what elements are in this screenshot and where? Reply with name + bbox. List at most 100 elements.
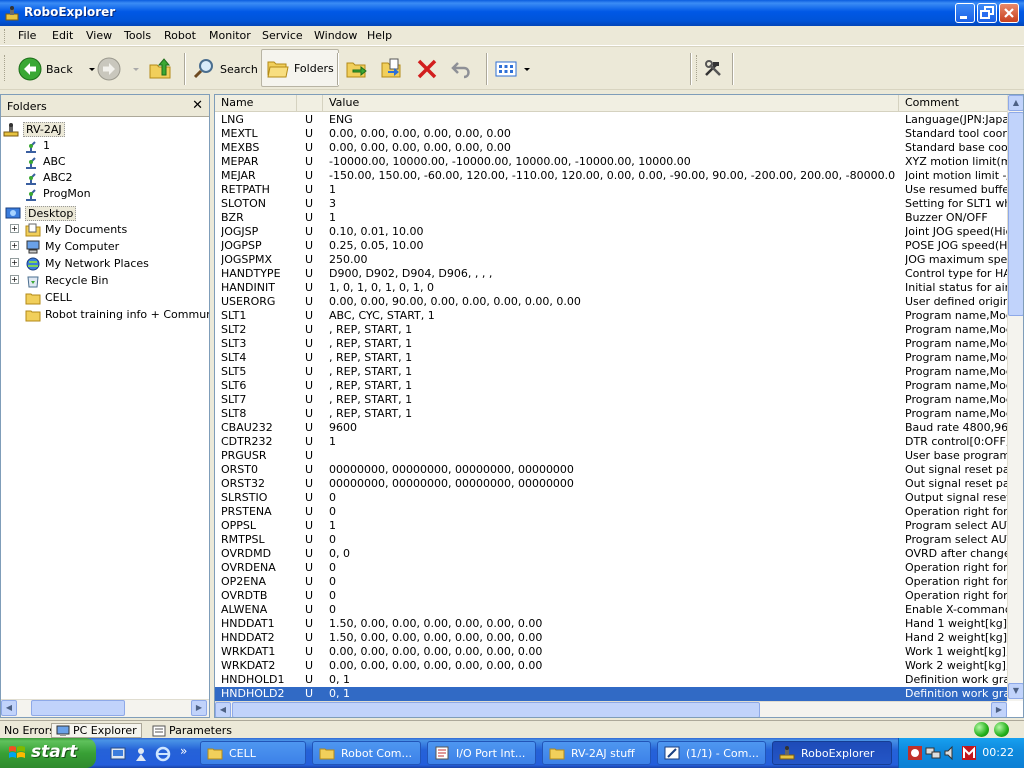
tools-button[interactable] [702,51,724,87]
table-row[interactable]: SLT3 U , REP, START, 1 Program name,Mode, [215,337,1007,351]
forward-dropdown-icon[interactable] [131,64,141,74]
table-row[interactable]: OP2ENA U 0 Operation right for ext [215,575,1007,589]
back-button[interactable]: Back [18,51,97,87]
move-to-button[interactable] [345,51,369,87]
table-row[interactable]: SLT1 U ABC, CYC, START, 1 Program name,Mode… [215,309,1007,323]
table-row-selected[interactable]: HNDHOLD2 U 0, 1 Definition work grasp [215,687,1007,701]
tray-volume-icon[interactable] [943,745,959,761]
start-button[interactable]: start [0,738,96,768]
tree-item-recycle-bin[interactable]: Recycle Bin [25,272,108,289]
scroll-thumb[interactable] [232,702,760,717]
table-row[interactable]: SLT8 U , REP, START, 1 Program name,Mode, [215,407,1007,421]
expand-plus-icon[interactable]: + [10,258,19,267]
table-row[interactable]: MEXTL U 0.00, 0.00, 0.00, 0.00, 0.00, 0.00… [215,127,1007,141]
tree-item-program[interactable]: ABC [23,153,66,170]
table-row[interactable]: RMTPSL U 0 Program select AUTO [215,533,1007,547]
tree-item-folder[interactable]: CELL [25,289,72,306]
copy-to-button[interactable] [380,51,404,87]
table-row[interactable]: OVRDMD U 0, 0 OVRD after change M [215,547,1007,561]
tree-item-program[interactable]: ABC2 [23,169,73,186]
views-button[interactable] [494,51,532,87]
scroll-left-icon[interactable]: ◀ [1,700,17,716]
tree-item-my-computer[interactable]: My Computer [25,238,119,255]
table-row[interactable]: HNDHOLD1 U 0, 1 Definition work grasp [215,673,1007,687]
up-folder-button[interactable] [148,51,172,87]
quick-launch-app-icon[interactable] [133,746,149,762]
tree-item-my-documents[interactable]: My Documents [25,221,127,238]
table-row[interactable]: OVRDENA U 0 Operation right for OVRD [215,561,1007,575]
tree-item-desktop[interactable]: Desktop [5,205,77,222]
table-row[interactable]: WRKDAT2 U 0.00, 0.00, 0.00, 0.00, 0.00, 0.… [215,659,1007,673]
column-header-type[interactable] [297,95,323,112]
task-button[interactable]: (1/1) - Com... [657,741,766,765]
menu-help[interactable]: Help [367,29,392,42]
undo-button[interactable] [450,51,474,87]
task-button[interactable]: Robot Com... [312,741,421,765]
tray-mcafee-icon[interactable] [961,745,977,761]
tab-parameters[interactable]: Parameters [148,723,236,738]
tree-item-program[interactable]: ProgMon [23,185,91,202]
scroll-right-icon[interactable]: ▶ [191,700,207,716]
table-row[interactable]: HANDINIT U 1, 0, 1, 0, 1, 0, 1, 0 Initial s… [215,281,1007,295]
column-header-comment[interactable]: Comment [899,95,1007,112]
table-row[interactable]: WRKDAT1 U 0.00, 0.00, 0.00, 0.00, 0.00, 0.… [215,645,1007,659]
expand-plus-icon[interactable]: + [10,275,19,284]
internet-explorer-icon[interactable] [155,746,171,762]
table-row[interactable]: HNDDAT1 U 1.50, 0.00, 0.00, 0.00, 0.00, 0.… [215,617,1007,631]
table-row[interactable]: USERORG U 0.00, 0.00, 90.00, 0.00, 0.00, 0… [215,295,1007,309]
menu-monitor[interactable]: Monitor [209,29,251,42]
column-header-name[interactable]: Name [215,95,297,112]
table-row[interactable]: BZR U 1 Buzzer ON/OFF [215,211,1007,225]
tray-app-icon[interactable] [907,745,923,761]
vertical-scrollbar[interactable]: ▲ ▼ [1007,95,1023,701]
table-row[interactable]: SLT6 U , REP, START, 1 Program name,Mode, [215,379,1007,393]
expand-plus-icon[interactable]: + [10,241,19,250]
close-folders-pane-icon[interactable]: ✕ [192,98,203,113]
table-row[interactable]: ORST0 U 00000000, 00000000, 00000000, 0000… [215,463,1007,477]
table-row[interactable]: OPPSL U 1 Program select AUTO [215,519,1007,533]
table-row[interactable]: JOGJSP U 0.10, 0.01, 10.00 Joint JOG speed(… [215,225,1007,239]
tab-pc-explorer[interactable]: PC Explorer [51,723,142,738]
table-row[interactable]: SLT7 U , REP, START, 1 Program name,Mode, [215,393,1007,407]
quick-launch-overflow-icon[interactable]: » [180,744,187,758]
task-button[interactable]: RV-2AJ stuff [542,741,651,765]
table-row[interactable]: SLRSTIO U 0 Output signal reset with [215,491,1007,505]
search-button[interactable]: Search [192,51,258,87]
forward-button[interactable] [97,51,141,87]
tree-item-program[interactable]: 1 [23,137,50,154]
tree-item-network-places[interactable]: My Network Places [25,255,149,272]
table-row[interactable]: ALWENA U 0 Enable X-command,S [215,603,1007,617]
table-row[interactable]: PRGUSR U User base program name [215,449,1007,463]
horizontal-scrollbar[interactable]: ◀ ▶ [215,701,1007,717]
table-row[interactable]: OVRDTB U 0 Operation right for OVRD [215,589,1007,603]
table-row[interactable]: SLOTON U 3 Setting for SLT1 when [215,197,1007,211]
menu-tools[interactable]: Tools [124,29,151,42]
expand-plus-icon[interactable]: + [10,224,19,233]
delete-button[interactable] [415,51,439,87]
back-dropdown-icon[interactable] [87,64,97,74]
tree-item-folder[interactable]: Robot training info + Communication [25,306,209,323]
table-row[interactable]: HANDTYPE U D900, D902, D904, D906, , , , Co… [215,267,1007,281]
toolbar-grip[interactable] [4,55,7,81]
folders-horizontal-scrollbar[interactable]: ◀ ▶ [1,699,209,717]
scroll-left-icon[interactable]: ◀ [215,702,231,717]
menu-edit[interactable]: Edit [52,29,73,42]
table-row[interactable]: SLT5 U , REP, START, 1 Program name,Mode, [215,365,1007,379]
table-row[interactable]: SLT2 U , REP, START, 1 Program name,Mode, [215,323,1007,337]
show-desktop-icon[interactable] [110,746,126,762]
menu-robot[interactable]: Robot [164,29,196,42]
table-row[interactable]: RETPATH U 1 Use resumed buffer 1 [215,183,1007,197]
table-row[interactable]: CDTR232 U 1 DTR control[0:OFF,1: [215,435,1007,449]
views-dropdown-icon[interactable] [522,64,532,74]
table-row[interactable]: HNDDAT2 U 1.50, 0.00, 0.00, 0.00, 0.00, 0.… [215,631,1007,645]
table-row[interactable]: MEJAR U -150.00, 150.00, -60.00, 120.00, -… [215,169,1007,183]
menu-file[interactable]: File [18,29,36,42]
table-row[interactable]: ORST32 U 00000000, 00000000, 00000000, 000… [215,477,1007,491]
minimize-button[interactable] [955,3,975,23]
scroll-right-icon[interactable]: ▶ [991,702,1007,717]
table-row[interactable]: PRSTENA U 0 Operation right for prog [215,505,1007,519]
tray-network-icon[interactable] [925,745,941,761]
table-row[interactable]: SLT4 U , REP, START, 1 Program name,Mode, [215,351,1007,365]
toolbar-grip[interactable] [696,55,699,81]
tree-item-robot[interactable]: RV-2AJ [3,121,65,138]
